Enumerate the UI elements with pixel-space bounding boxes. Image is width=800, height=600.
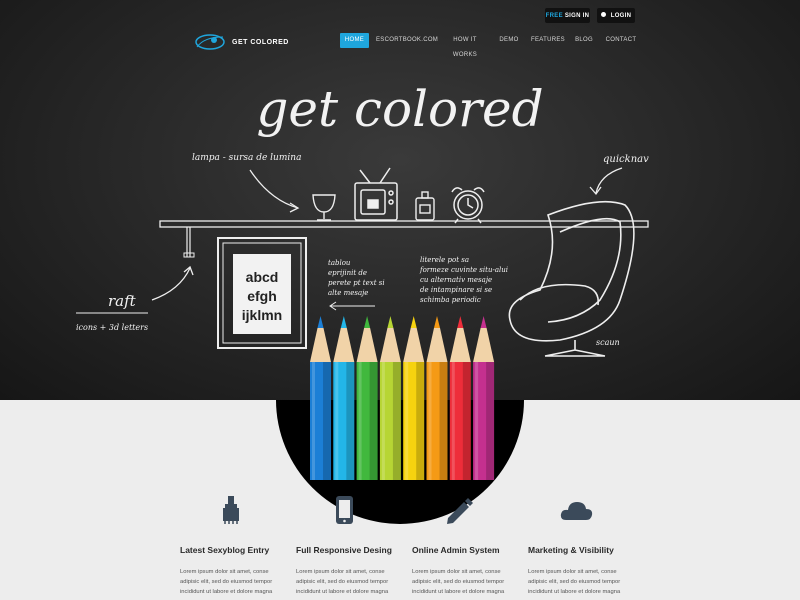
phone-icon (336, 496, 353, 524)
features-section: Latest Sexyblog Entry Lorem ipsum dolor … (0, 400, 800, 600)
feature-title: Full Responsive Desing (296, 545, 392, 555)
feature-text: Lorem ipsum dolor sit amet, conse adipis… (296, 569, 389, 595)
brush-icon (223, 496, 239, 524)
feature-title: Online Admin System (412, 545, 500, 555)
feature-title: Latest Sexyblog Entry (180, 545, 270, 555)
cloud-icon (560, 502, 593, 520)
pencil-icon (447, 498, 473, 524)
feature-text: Lorem ipsum dolor sit amet, conse adipis… (180, 569, 273, 595)
feature-title: Marketing & Visibility (528, 545, 614, 555)
feature-text: Lorem ipsum dolor sit amet, conse adipis… (412, 569, 505, 595)
feature-text: Lorem ipsum dolor sit amet, conse adipis… (528, 569, 621, 595)
